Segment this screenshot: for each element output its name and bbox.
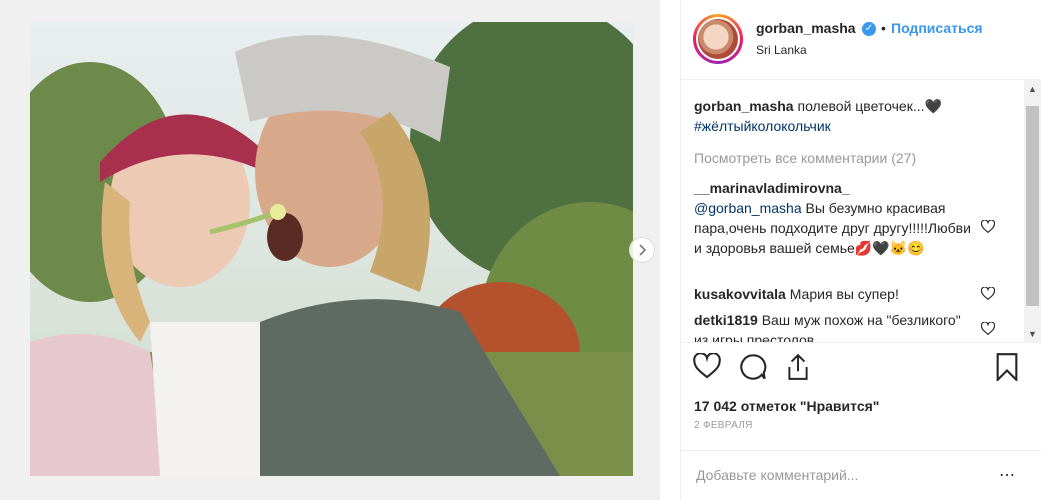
avatar-ring <box>696 17 740 61</box>
avatar-image <box>698 19 738 59</box>
scroll-thumb[interactable] <box>1026 106 1039 306</box>
follow-button[interactable]: Подписаться <box>891 20 983 36</box>
comment-item: kusakovvitala Мария вы супер! <box>694 284 974 304</box>
comment-mention[interactable]: @gorban_masha <box>694 200 802 216</box>
post-photo[interactable] <box>30 22 633 476</box>
caption-username[interactable]: gorban_masha <box>694 98 794 114</box>
comment-text: Мария вы супер! <box>789 286 899 302</box>
comment-icon[interactable] <box>739 353 767 386</box>
likes-count[interactable]: 17 042 отметок "Нравится" <box>694 398 879 414</box>
post-header: gorban_masha ✓ • Подписаться Sri Lanka <box>681 0 1041 80</box>
like-comment-heart-icon[interactable] <box>980 219 996 238</box>
comment-item: __marinavladimirovna_ @gorban_masha Вы б… <box>694 178 974 258</box>
like-comment-heart-icon[interactable] <box>980 286 996 305</box>
add-comment-input[interactable] <box>694 463 998 487</box>
action-bar <box>681 342 1041 392</box>
share-icon[interactable] <box>785 353 811 386</box>
scroll-down-arrow-icon[interactable]: ▼ <box>1024 325 1041 342</box>
post-date[interactable]: 2 февраля <box>694 420 753 431</box>
instagram-post: gorban_masha ✓ • Подписаться Sri Lanka g… <box>0 0 1041 500</box>
verified-badge-icon: ✓ <box>862 22 876 36</box>
caption: gorban_masha полевой цветочек...🖤 #жёлты… <box>694 96 974 136</box>
avatar[interactable] <box>693 14 743 64</box>
heart-icon[interactable] <box>693 352 721 384</box>
like-comment-heart-icon[interactable] <box>980 321 996 340</box>
location-link[interactable]: Sri Lanka <box>756 43 807 57</box>
post-media <box>0 0 660 500</box>
separator-dot: • <box>881 20 886 36</box>
post-sidebar: gorban_masha ✓ • Подписаться Sri Lanka g… <box>681 0 1041 500</box>
comment-item: detki1819 Ваш муж похож на "безликого" и… <box>694 310 974 342</box>
username-link[interactable]: gorban_masha <box>756 20 856 36</box>
scroll-up-arrow-icon[interactable]: ▲ <box>1024 80 1041 97</box>
view-all-comments-link[interactable]: Посмотреть все комментарии (27) <box>694 148 974 168</box>
next-arrow-icon[interactable] <box>629 237 655 263</box>
add-comment-section: ⋯ <box>681 450 1041 500</box>
caption-text: полевой цветочек...🖤 <box>797 98 942 114</box>
comments-scrollbar[interactable]: ▲ ▼ <box>1024 80 1041 342</box>
comment-username[interactable]: __marinavladimirovna_ <box>694 180 850 196</box>
comments-list: gorban_masha полевой цветочек...🖤 #жёлты… <box>681 80 1041 342</box>
comment-username[interactable]: detki1819 <box>694 312 758 328</box>
comment-username[interactable]: kusakovvitala <box>694 286 786 302</box>
caption-hashtag[interactable]: #жёлтыйколокольчик <box>694 118 831 134</box>
bookmark-icon[interactable] <box>995 353 1019 386</box>
more-options-icon[interactable]: ⋯ <box>999 465 1015 485</box>
